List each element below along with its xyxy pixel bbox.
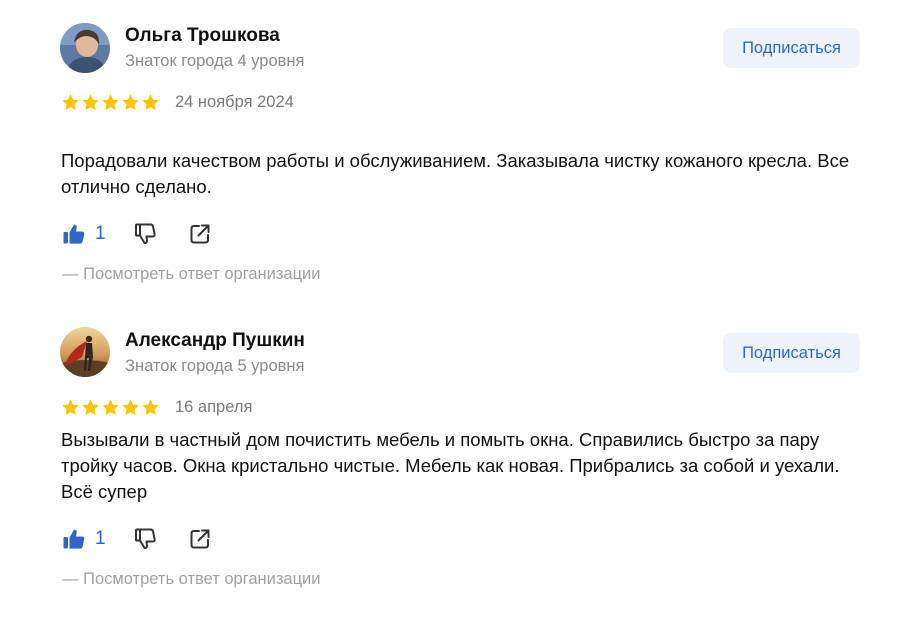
review-actions: 1 [62,219,212,249]
like-button[interactable]: 1 [62,527,106,551]
view-organization-response-link[interactable]: — Посмотреть ответ организации [62,265,321,284]
share-button[interactable] [188,527,212,551]
star-icon [122,94,139,110]
star-icon [82,399,99,415]
author-level: Знаток города 4 уровня [125,52,305,70]
view-organization-response-link[interactable]: — Посмотреть ответ организации [62,570,321,589]
like-count: 1 [95,528,106,549]
thumb-down-icon [134,528,156,550]
star-icon [102,94,119,110]
review-date: 24 ноября 2024 [175,93,294,111]
thumb-up-icon [63,224,85,244]
like-button[interactable]: 1 [62,222,106,246]
rating-stars [61,398,160,417]
share-button[interactable] [188,222,212,246]
share-icon [190,529,210,549]
review-text: Вызывали в частный дом почистить мебель … [61,429,840,502]
thumb-down-icon [134,223,156,245]
star-icon [122,399,139,415]
avatar[interactable] [60,327,110,377]
author-name[interactable]: Ольга Трошкова [125,25,280,47]
review-actions: 1 [62,524,212,554]
review-date: 16 апреля [175,398,253,416]
dislike-button[interactable] [134,222,158,246]
share-icon [190,224,210,244]
thumb-up-icon [63,529,85,549]
rating-stars [61,93,160,112]
star-icon [62,399,79,415]
subscribe-button[interactable]: Подписаться [723,28,860,68]
dislike-button[interactable] [134,527,158,551]
star-icon [62,94,79,110]
star-icon [102,399,119,415]
subscribe-button[interactable]: Подписаться [723,333,860,373]
review-text: Порадовали качеством работы и обслуживан… [61,150,850,197]
like-count: 1 [95,223,106,244]
star-icon [82,94,99,110]
author-name[interactable]: Александр Пушкин [125,330,305,352]
avatar[interactable] [60,23,110,73]
author-level: Знаток города 5 уровня [125,357,305,375]
star-icon [142,94,159,110]
star-icon [142,399,159,415]
